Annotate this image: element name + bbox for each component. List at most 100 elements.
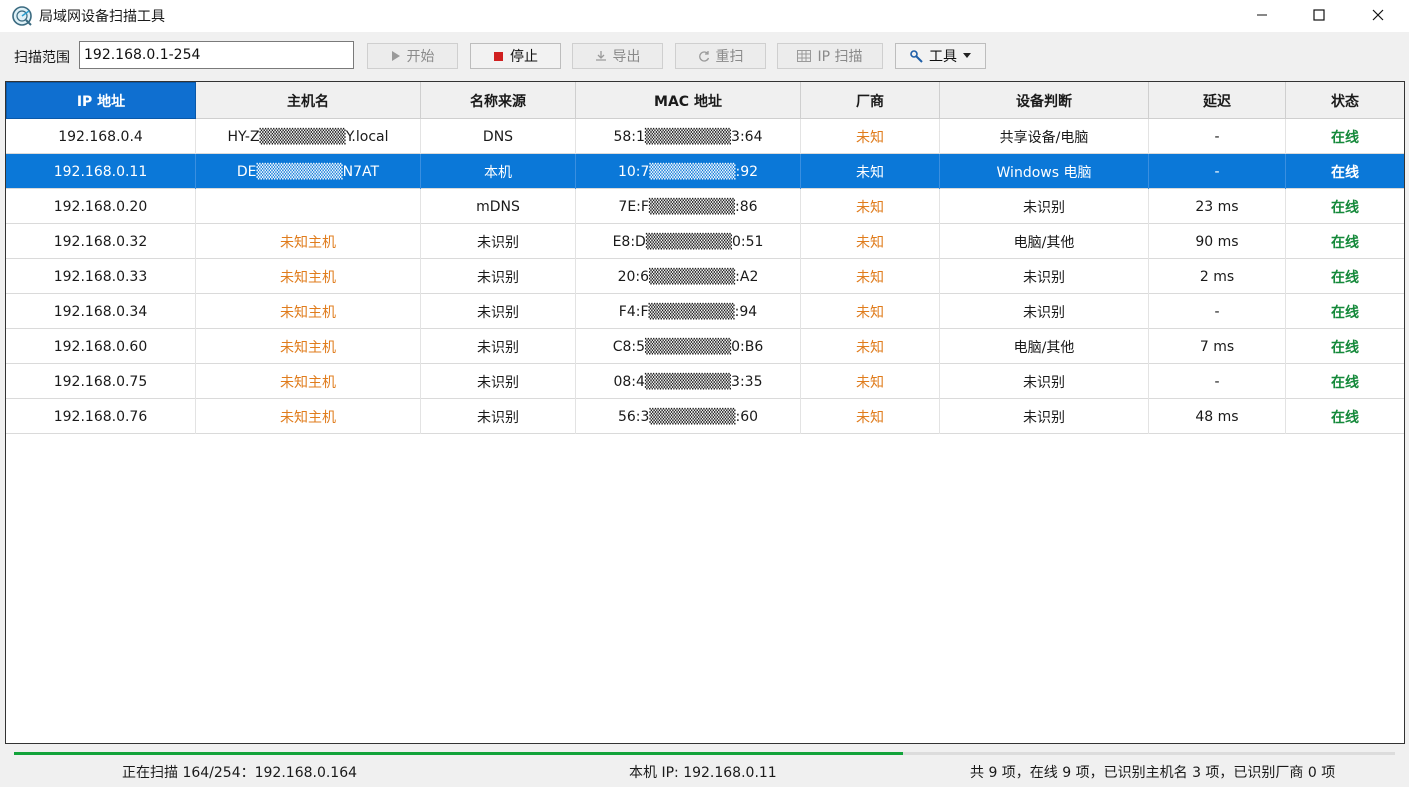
start-label: 开始 — [406, 49, 435, 65]
scan-range-input[interactable] — [79, 41, 354, 69]
device-type-cell: 未识别 — [940, 294, 1149, 329]
wrench-icon — [910, 49, 923, 63]
column-header-hostname[interactable]: 主机名 — [196, 82, 421, 119]
device-type-cell: 未识别 — [940, 259, 1149, 294]
stop-button[interactable]: 停止 — [470, 43, 561, 69]
latency-cell: - — [1149, 154, 1286, 189]
latency-cell: 2 ms — [1149, 259, 1286, 294]
mac-cell: C8:5▒▒▒▒▒▒▒▒0:B6 — [576, 329, 801, 364]
status-local-ip: 本机 IP: 192.168.0.11 — [629, 765, 777, 781]
maximize-button[interactable] — [1296, 0, 1342, 30]
ip-cell: 192.168.0.32 — [6, 224, 196, 259]
column-header-vendor[interactable]: 厂商 — [801, 82, 940, 119]
column-header-mac[interactable]: MAC 地址 — [576, 82, 801, 119]
start-button[interactable]: 开始 — [367, 43, 458, 69]
minimize-button[interactable] — [1239, 0, 1285, 30]
device-type-cell: 未识别 — [940, 364, 1149, 399]
ip-cell: 192.168.0.33 — [6, 259, 196, 294]
tools-label: 工具 — [929, 49, 957, 65]
close-button[interactable] — [1355, 0, 1401, 30]
latency-cell: 90 ms — [1149, 224, 1286, 259]
name-source-cell: 未识别 — [421, 364, 576, 399]
table-row-selected[interactable]: 192.168.0.11 DE▒▒▒▒▒▒▒▒N7AT 本机 10:7▒▒▒▒▒… — [6, 154, 1404, 189]
table-row[interactable]: 192.168.0.76 未知主机 未识别 56:3▒▒▒▒▒▒▒▒:60 未知… — [6, 399, 1404, 434]
mac-cell: 56:3▒▒▒▒▒▒▒▒:60 — [576, 399, 801, 434]
status-cell: 在线 — [1331, 409, 1359, 426]
ip-cell: 192.168.0.11 — [6, 154, 196, 189]
ip-cell: 192.168.0.60 — [6, 329, 196, 364]
status-scan-progress: 正在扫描 164/254：192.168.0.164 — [122, 765, 358, 781]
hostname-cell — [196, 189, 421, 224]
close-icon — [1372, 9, 1384, 21]
column-header-status[interactable]: 状态 — [1286, 82, 1404, 119]
toolbar: 扫描范围 开始 停止 导出 重扫 IP 扫描 工具 — [0, 38, 1409, 74]
scan-range-label: 扫描范围 — [14, 50, 70, 66]
table-row[interactable]: 192.168.0.33 未知主机 未识别 20:6▒▒▒▒▒▒▒▒:A2 未知… — [6, 259, 1404, 294]
rescan-button[interactable]: 重扫 — [675, 43, 766, 69]
maximize-icon — [1313, 9, 1325, 21]
latency-cell: 23 ms — [1149, 189, 1286, 224]
vendor-cell: 未知 — [801, 294, 940, 329]
stop-icon — [494, 51, 503, 61]
mac-cell: 08:4▒▒▒▒▒▒▒▒3:35 — [576, 364, 801, 399]
grid-icon — [797, 50, 812, 62]
status-cell: 在线 — [1331, 199, 1359, 216]
name-source-cell: 未识别 — [421, 224, 576, 259]
column-header-name-source[interactable]: 名称来源 — [421, 82, 576, 119]
column-header-latency[interactable]: 延迟 — [1149, 82, 1286, 119]
latency-cell: - — [1149, 294, 1286, 329]
vendor-cell: 未知 — [801, 119, 940, 154]
latency-cell: 48 ms — [1149, 399, 1286, 434]
tools-menu-button[interactable]: 工具 — [895, 43, 986, 69]
dropdown-arrow-icon — [963, 53, 971, 58]
scan-progress-bar — [14, 752, 1395, 755]
device-type-cell: 未识别 — [940, 399, 1149, 434]
table-row[interactable]: 192.168.0.32 未知主机 未识别 E8:D▒▒▒▒▒▒▒▒0:51 未… — [6, 224, 1404, 259]
status-cell: 在线 — [1331, 234, 1359, 251]
hostname-cell: 未知主机 — [196, 294, 421, 329]
rescan-label: 重扫 — [715, 49, 744, 65]
status-cell: 在线 — [1331, 164, 1359, 181]
column-header-ip[interactable]: IP 地址 — [6, 82, 196, 119]
hostname-cell: 未知主机 — [196, 259, 421, 294]
name-source-cell: 未识别 — [421, 399, 576, 434]
table-row[interactable]: 192.168.0.20 mDNS 7E:F▒▒▒▒▒▒▒▒:86 未知 未识别… — [6, 189, 1404, 224]
vendor-cell: 未知 — [801, 259, 940, 294]
status-cell: 在线 — [1331, 269, 1359, 286]
status-cell: 在线 — [1331, 339, 1359, 356]
device-type-cell: Windows 电脑 — [940, 154, 1149, 189]
table-row[interactable]: 192.168.0.75 未知主机 未识别 08:4▒▒▒▒▒▒▒▒3:35 未… — [6, 364, 1404, 399]
device-type-cell: 电脑/其他 — [940, 329, 1149, 364]
mac-cell: E8:D▒▒▒▒▒▒▒▒0:51 — [576, 224, 801, 259]
ip-scan-button[interactable]: IP 扫描 — [777, 43, 883, 69]
vendor-cell: 未知 — [801, 154, 940, 189]
minimize-icon — [1257, 14, 1267, 16]
name-source-cell: 未识别 — [421, 259, 576, 294]
export-button[interactable]: 导出 — [572, 43, 663, 69]
table-row[interactable]: 192.168.0.60 未知主机 未识别 C8:5▒▒▒▒▒▒▒▒0:B6 未… — [6, 329, 1404, 364]
hostname-cell: 未知主机 — [196, 329, 421, 364]
ip-cell: 192.168.0.75 — [6, 364, 196, 399]
latency-cell: 7 ms — [1149, 329, 1286, 364]
vendor-cell: 未知 — [801, 329, 940, 364]
device-table[interactable]: IP 地址 主机名 名称来源 MAC 地址 厂商 设备判断 延迟 状态 192.… — [5, 81, 1405, 744]
vendor-cell: 未知 — [801, 224, 940, 259]
column-header-device-type[interactable]: 设备判断 — [940, 82, 1149, 119]
vendor-cell: 未知 — [801, 189, 940, 224]
hostname-cell: 未知主机 — [196, 364, 421, 399]
name-source-cell: mDNS — [421, 189, 576, 224]
vendor-cell: 未知 — [801, 399, 940, 434]
table-row[interactable]: 192.168.0.34 未知主机 未识别 F4:F▒▒▒▒▒▒▒▒:94 未知… — [6, 294, 1404, 329]
device-type-cell: 未识别 — [940, 189, 1149, 224]
vendor-cell: 未知 — [801, 364, 940, 399]
ip-cell: 192.168.0.4 — [6, 119, 196, 154]
device-type-cell: 电脑/其他 — [940, 224, 1149, 259]
mac-cell: F4:F▒▒▒▒▒▒▒▒:94 — [576, 294, 801, 329]
latency-cell: - — [1149, 364, 1286, 399]
table-row[interactable]: 192.168.0.4 HY-Z▒▒▒▒▒▒▒▒Y.local DNS 58:1… — [6, 119, 1404, 154]
title-bar: 局域网设备扫描工具 — [0, 0, 1409, 32]
mac-cell: 7E:F▒▒▒▒▒▒▒▒:86 — [576, 189, 801, 224]
ip-cell: 192.168.0.34 — [6, 294, 196, 329]
latency-cell: - — [1149, 119, 1286, 154]
table-header: IP 地址 主机名 名称来源 MAC 地址 厂商 设备判断 延迟 状态 — [6, 82, 1404, 119]
